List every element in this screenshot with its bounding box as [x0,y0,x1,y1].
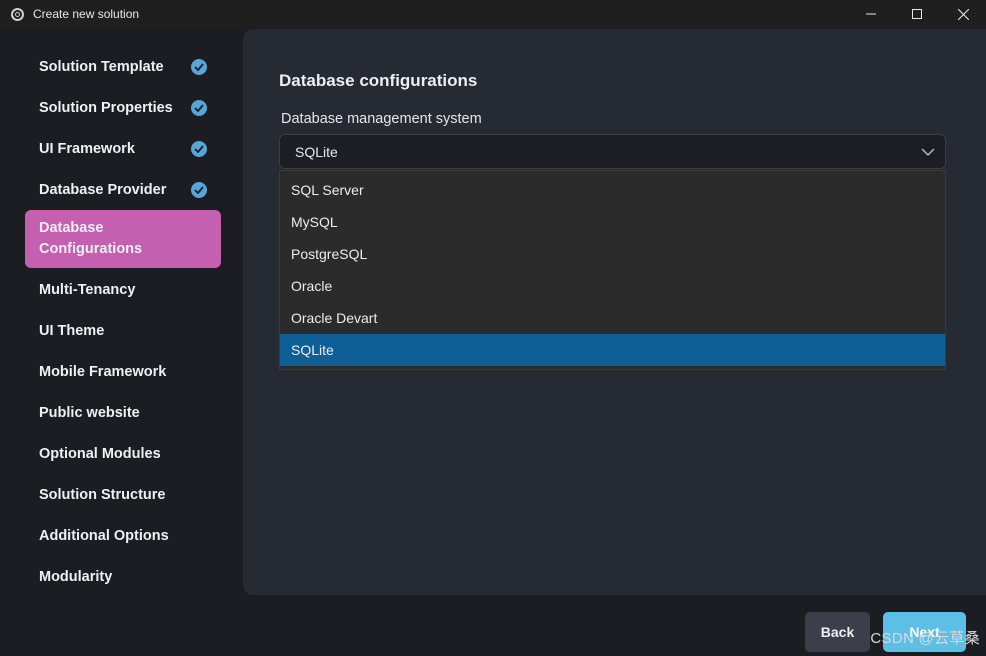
close-button[interactable] [940,0,986,28]
sidebar-step-label: Database Configurations [39,220,143,257]
back-button[interactable]: Back [805,612,870,652]
close-icon [957,8,969,20]
sidebar-step-label: Optional Modules [39,445,161,462]
dbms-option[interactable]: SQLite [280,334,945,366]
sidebar-step-label: UI Theme [39,322,105,339]
sidebar-step-12[interactable]: Modularity [25,556,221,597]
check-circle-icon [191,99,207,116]
dbms-option[interactable]: Oracle [280,270,945,302]
sidebar-step-0[interactable]: Solution Template [25,46,221,87]
sidebar-step-label: Database Provider [39,181,167,198]
sidebar-step-5[interactable]: Multi-Tenancy [25,269,221,310]
sidebar-step-label: UI Framework [39,140,135,157]
dbms-dropdown-list: SQL Server MySQL PostgreSQL Oracle Oracle De… [279,170,946,370]
sidebar-step-4[interactable]: Database Configurations [25,210,221,268]
window-title: Create new solution [33,7,140,21]
dbms-select[interactable]: SQLite [279,134,946,169]
dbms-selected-value: SQLite [295,143,338,160]
minimize-button[interactable] [848,0,894,28]
sidebar-step-1[interactable]: Solution Properties [25,87,221,128]
sidebar-step-label: Modularity [39,568,113,585]
sidebar-step-label: Multi-Tenancy [39,281,136,298]
window-controls [848,0,986,28]
sidebar-step-7[interactable]: Mobile Framework [25,351,221,392]
sidebar-step-label: Public website [39,404,140,421]
sidebar-step-2[interactable]: UI Framework [25,128,221,169]
sidebar-step-label: Solution Properties [39,99,173,116]
dbms-option[interactable]: SQL Server [280,174,945,206]
sidebar-step-6[interactable]: UI Theme [25,310,221,351]
sidebar-step-label: Solution Template [39,58,164,75]
check-circle-icon [191,58,207,75]
sidebar-step-11[interactable]: Additional Options [25,515,221,556]
dbms-option[interactable]: MySQL [280,206,945,238]
check-circle-icon [191,181,207,198]
dbms-label: Database management system [281,111,482,127]
dbms-option[interactable]: PostgreSQL [280,238,945,270]
check-circle-icon [191,140,207,157]
chevron-down-icon [921,148,935,156]
sidebar-step-label: Mobile Framework [39,363,167,380]
section-title: Database configurations [279,71,478,90]
maximize-icon [912,9,922,19]
app-logo-icon [11,7,24,21]
main-panel: Database configurations Database managem… [243,29,986,595]
sidebar-step-9[interactable]: Optional Modules [25,433,221,474]
sidebar-step-3[interactable]: Database Provider [25,169,221,210]
watermark: CSDN @云草桑 [870,630,980,647]
sidebar-step-10[interactable]: Solution Structure [25,474,221,515]
title-bar: Create new solution [0,0,986,28]
wizard-steps-sidebar: Solution Template Solution Properties UI F… [25,46,221,597]
maximize-button[interactable] [894,0,940,28]
sidebar-step-8[interactable]: Public website [25,392,221,433]
sidebar-step-label: Solution Structure [39,486,166,503]
sidebar-step-label: Additional Options [39,527,169,544]
minimize-icon [866,13,876,15]
dbms-option[interactable]: Oracle Devart [280,302,945,334]
